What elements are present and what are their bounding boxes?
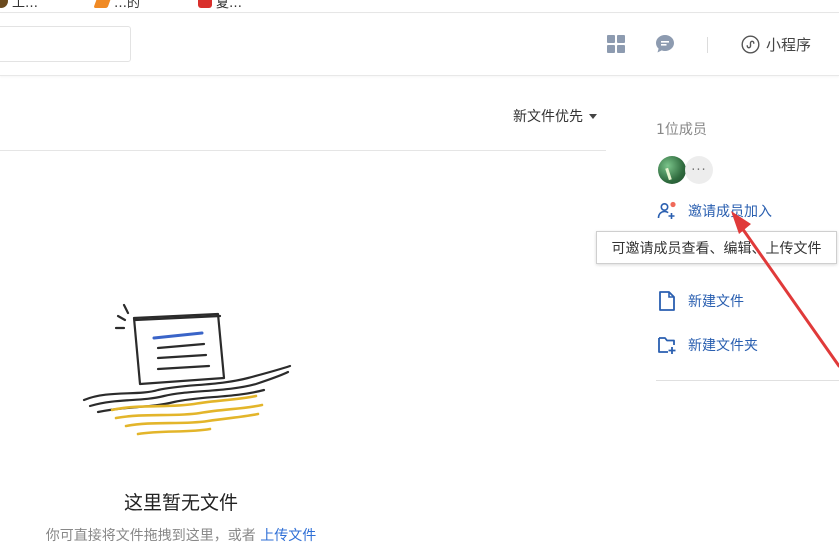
search-input[interactable] [0,26,131,62]
app-icon [198,0,212,8]
header-divider [707,37,708,53]
bookmark-item[interactable]: 工… [0,0,38,11]
add-user-icon [656,200,678,222]
sort-dropdown[interactable]: 新文件优先 [513,106,597,126]
caret-down-icon [589,113,597,119]
member-count: 1位成员 [656,122,707,138]
top-header: 小程序 [0,14,839,76]
upload-file-link[interactable]: 上传文件 [260,528,316,544]
avatar-icon [0,0,8,8]
chat-icon[interactable] [655,34,675,54]
empty-state-subtitle: 你可直接将文件拖拽到这里，或者 上传文件 [45,528,317,544]
empty-state-title: 这里暂无文件 [123,492,238,514]
more-members-button[interactable]: ··· [685,156,713,184]
bookmarks-bar: 工… …的 夏… [0,0,839,13]
grid-icon[interactable] [607,35,625,53]
folder-add-icon [656,334,678,356]
annotation-arrow-icon [731,211,839,368]
file-icon [656,290,678,312]
bookmark-item[interactable]: 夏… [198,0,242,11]
mini-program-button[interactable]: 小程序 [741,31,811,57]
mini-program-icon [741,34,760,54]
invite-tooltip: 可邀请成员查看、编辑、上传文件 [596,231,837,264]
list-divider [0,150,606,151]
empty-folder-illustration [82,303,292,436]
new-folder-button[interactable]: 新建文件夹 [656,334,758,356]
invite-member-button[interactable]: 邀请成员加入 [656,200,772,222]
sidebar-divider [656,380,839,381]
new-file-button[interactable]: 新建文件 [656,290,744,312]
bookmark-item[interactable]: …的 [93,0,140,11]
bookmark-icon [93,0,113,8]
avatar[interactable] [658,156,686,184]
